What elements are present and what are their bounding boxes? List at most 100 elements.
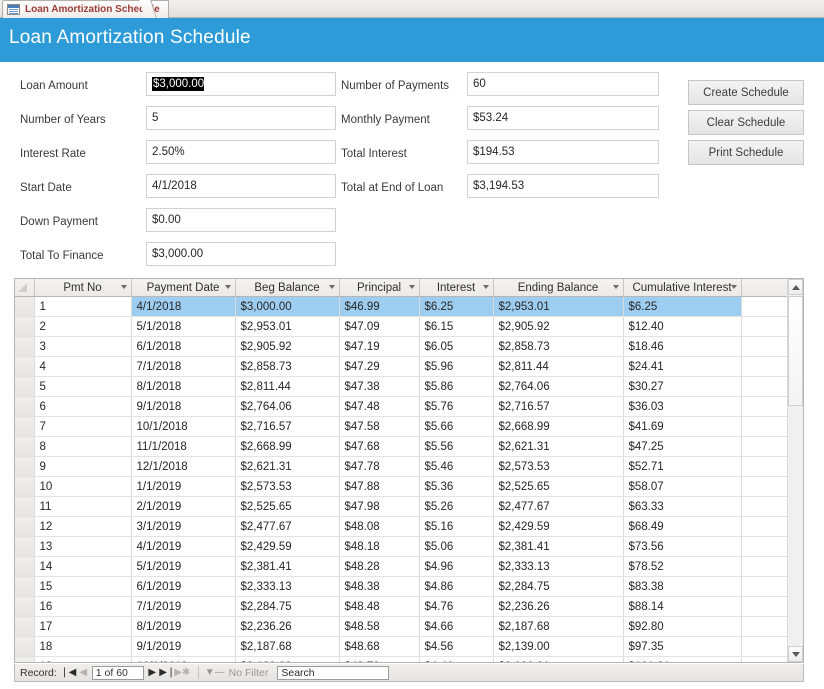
last-record-button[interactable]: ▶❘ bbox=[159, 665, 175, 681]
table-cell[interactable]: $2,333.13 bbox=[235, 576, 340, 597]
row-selector[interactable] bbox=[15, 596, 35, 617]
table-cell[interactable]: $47.25 bbox=[623, 436, 742, 457]
table-cell[interactable]: $2,953.01 bbox=[493, 296, 624, 317]
table-cell[interactable]: $97.35 bbox=[623, 636, 742, 657]
table-cell[interactable]: $5.26 bbox=[419, 496, 494, 517]
table-cell[interactable]: $2,090.21 bbox=[493, 656, 624, 662]
row-selector[interactable] bbox=[15, 576, 35, 597]
column-header-pmt-no[interactable]: Pmt No bbox=[34, 279, 132, 297]
table-cell[interactable]: $5.06 bbox=[419, 536, 494, 557]
table-cell[interactable]: $68.49 bbox=[623, 516, 742, 537]
table-cell[interactable]: $48.79 bbox=[339, 656, 420, 662]
table-cell[interactable]: 17 bbox=[34, 616, 132, 637]
table-cell[interactable]: 7 bbox=[34, 416, 132, 437]
table-row[interactable]: 1 4/1/2018 $3,000.00 $46.99 $6.25 $2,953.01 $6… bbox=[15, 296, 788, 317]
table-row[interactable]: 14 5/1/2019 $2,381.41 $48.28 $4.96 $2,333.13 $… bbox=[15, 556, 788, 577]
row-selector[interactable] bbox=[15, 356, 35, 377]
chevron-down-icon[interactable] bbox=[612, 285, 619, 289]
table-cell[interactable]: $12.40 bbox=[623, 316, 742, 337]
table-cell[interactable]: 4/1/2019 bbox=[131, 536, 236, 557]
table-cell[interactable]: 19 bbox=[34, 656, 132, 662]
table-row[interactable]: 7 10/1/2018 $2,716.57 $47.58 $5.66 $2,668.99 $… bbox=[15, 416, 788, 437]
filter-status[interactable]: ▼— No Filter bbox=[205, 667, 269, 679]
table-cell[interactable]: $2,764.06 bbox=[493, 376, 624, 397]
scroll-down-button[interactable] bbox=[788, 646, 803, 662]
table-row[interactable]: 8 11/1/2018 $2,668.99 $47.68 $5.56 $2,621.31 $… bbox=[15, 436, 788, 457]
table-cell[interactable]: $92.80 bbox=[623, 616, 742, 637]
table-cell[interactable]: $5.16 bbox=[419, 516, 494, 537]
table-cell[interactable]: $30.27 bbox=[623, 376, 742, 397]
table-cell[interactable]: $4.66 bbox=[419, 616, 494, 637]
row-selector[interactable] bbox=[15, 496, 35, 517]
clear-schedule-button[interactable]: Clear Schedule bbox=[688, 110, 804, 135]
table-cell[interactable]: 1 bbox=[34, 296, 132, 317]
table-cell[interactable]: $4.86 bbox=[419, 576, 494, 597]
column-header-beg-balance[interactable]: Beg Balance bbox=[235, 279, 340, 297]
table-cell[interactable]: 10/1/2018 bbox=[131, 416, 236, 437]
table-cell[interactable]: 9/1/2019 bbox=[131, 636, 236, 657]
table-cell[interactable]: $4.76 bbox=[419, 596, 494, 617]
table-cell[interactable]: 11 bbox=[34, 496, 132, 517]
column-header-payment-date[interactable]: Payment Date bbox=[131, 279, 236, 297]
table-cell[interactable]: 5 bbox=[34, 376, 132, 397]
table-cell[interactable]: $78.52 bbox=[623, 556, 742, 577]
table-row[interactable]: 17 8/1/2019 $2,236.26 $48.58 $4.66 $2,187.68 $… bbox=[15, 616, 788, 637]
row-selector[interactable] bbox=[15, 416, 35, 437]
first-record-button[interactable]: ❘◀ bbox=[60, 665, 76, 681]
table-cell[interactable]: $18.46 bbox=[623, 336, 742, 357]
table-cell[interactable]: $6.25 bbox=[419, 296, 494, 317]
table-cell[interactable]: $2,139.00 bbox=[493, 636, 624, 657]
row-selector[interactable] bbox=[15, 296, 35, 317]
input-down-payment[interactable]: $0.00 bbox=[146, 208, 336, 232]
table-cell[interactable]: 2 bbox=[34, 316, 132, 337]
table-cell[interactable]: $2,429.59 bbox=[493, 516, 624, 537]
table-cell[interactable]: $2,905.92 bbox=[493, 316, 624, 337]
table-cell[interactable]: $2,716.57 bbox=[493, 396, 624, 417]
table-cell[interactable]: 2/1/2019 bbox=[131, 496, 236, 517]
table-cell[interactable]: $63.33 bbox=[623, 496, 742, 517]
table-cell[interactable]: $58.07 bbox=[623, 476, 742, 497]
table-cell[interactable]: $48.28 bbox=[339, 556, 420, 577]
row-selector[interactable] bbox=[15, 616, 35, 637]
previous-record-button[interactable]: ◀ bbox=[76, 665, 91, 681]
table-cell[interactable]: $2,187.68 bbox=[493, 616, 624, 637]
table-cell[interactable]: 3 bbox=[34, 336, 132, 357]
table-cell[interactable]: $47.48 bbox=[339, 396, 420, 417]
table-row[interactable]: 3 6/1/2018 $2,905.92 $47.19 $6.05 $2,858.73 $1… bbox=[15, 336, 788, 357]
chevron-down-icon[interactable] bbox=[730, 285, 737, 289]
table-cell[interactable]: 14 bbox=[34, 556, 132, 577]
table-cell[interactable]: 10/1/2019 bbox=[131, 656, 236, 662]
next-record-button[interactable]: ▶ bbox=[145, 665, 160, 681]
table-cell[interactable]: $2,284.75 bbox=[235, 596, 340, 617]
column-header-ending-balance[interactable]: Ending Balance bbox=[493, 279, 624, 297]
table-cell[interactable]: $2,236.26 bbox=[235, 616, 340, 637]
print-schedule-button[interactable]: Print Schedule bbox=[688, 140, 804, 165]
table-cell[interactable]: $2,381.41 bbox=[493, 536, 624, 557]
table-cell[interactable]: $2,668.99 bbox=[493, 416, 624, 437]
table-cell[interactable]: $47.98 bbox=[339, 496, 420, 517]
table-cell[interactable]: $5.46 bbox=[419, 456, 494, 477]
table-cell[interactable]: 8/1/2019 bbox=[131, 616, 236, 637]
column-header-principal[interactable]: Principal bbox=[339, 279, 420, 297]
table-cell[interactable]: $2,429.59 bbox=[235, 536, 340, 557]
table-cell[interactable]: 6 bbox=[34, 396, 132, 417]
table-cell[interactable]: 18 bbox=[34, 636, 132, 657]
table-cell[interactable]: $47.29 bbox=[339, 356, 420, 377]
table-row[interactable]: 2 5/1/2018 $2,953.01 $47.09 $6.15 $2,905.92 $1… bbox=[15, 316, 788, 337]
table-cell[interactable]: $2,811.44 bbox=[235, 376, 340, 397]
table-cell[interactable]: $36.03 bbox=[623, 396, 742, 417]
chevron-down-icon[interactable] bbox=[224, 285, 231, 289]
table-cell[interactable]: 8 bbox=[34, 436, 132, 457]
table-row[interactable]: 1910/1/2019$2,139.00$48.79$4.46$2,090.21… bbox=[15, 656, 788, 662]
table-row[interactable]: 10 1/1/2019 $2,573.53 $47.88 $5.36 $2,525.65 $… bbox=[15, 476, 788, 497]
table-cell[interactable]: $52.71 bbox=[623, 456, 742, 477]
table-cell[interactable]: 4 bbox=[34, 356, 132, 377]
chevron-down-icon[interactable] bbox=[328, 285, 335, 289]
table-cell[interactable]: $48.48 bbox=[339, 596, 420, 617]
input-loan-amount[interactable]: $3,000.00 bbox=[146, 72, 336, 96]
table-cell[interactable]: 3/1/2019 bbox=[131, 516, 236, 537]
create-schedule-button[interactable]: Create Schedule bbox=[688, 80, 804, 105]
chevron-down-icon[interactable] bbox=[408, 285, 415, 289]
record-position-input[interactable]: 1 of 60 bbox=[91, 665, 144, 680]
row-selector[interactable] bbox=[15, 396, 35, 417]
